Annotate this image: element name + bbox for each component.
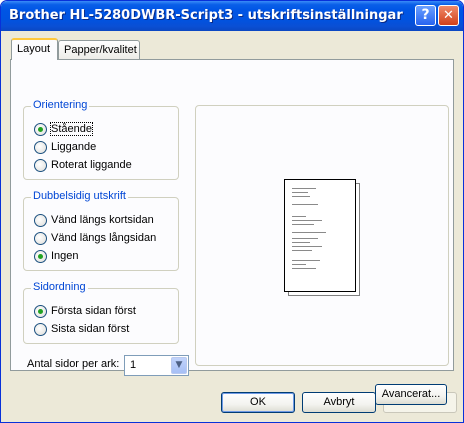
radio-selected-icon [34,305,47,318]
radio-icon [34,159,47,172]
radio-flip-short-edge[interactable]: Vänd längs kortsidan [34,214,154,228]
help-icon: ? [421,7,430,23]
text-line [292,196,310,197]
radio-icon [34,141,47,154]
radio-duplex-none[interactable]: Ingen [34,250,79,264]
layout-panel: Orientering Stående Liggande Roterat lig… [10,59,454,405]
radio-label: Ingen [51,250,79,262]
radio-selected-icon [34,250,47,263]
text-line [292,264,306,265]
radio-label: Första sidan först [51,305,136,317]
radio-label: Vänd längs kortsidan [51,214,154,226]
text-line [292,268,316,269]
tab-label: Papper/kvalitet [64,44,137,56]
text-line [292,220,322,221]
radio-front-to-back[interactable]: Första sidan först [34,305,136,319]
ok-button[interactable]: OK [221,392,295,413]
advanced-button[interactable]: Avancerat... [375,384,447,405]
radio-icon [34,232,47,245]
text-line [292,238,318,239]
radio-selected-icon [34,123,47,136]
layout-preview [195,105,449,366]
text-line [292,246,322,247]
window-title: Brother HL-5280DWBR-Script3 - utskriftsi… [9,8,403,23]
print-preferences-dialog: Brother HL-5280DWBR-Script3 - utskriftsi… [0,0,464,423]
radio-icon [34,323,47,336]
radio-label: Liggande [51,141,97,153]
orientation-group: Orientering Stående Liggande Roterat lig… [23,99,179,180]
group-legend: Dubbelsidig utskrift [31,190,128,202]
radio-rotated-landscape[interactable]: Roterat liggande [34,159,132,173]
text-line [292,192,308,193]
radio-label: Roterat liggande [51,159,132,171]
radio-label: Stående [50,122,93,136]
text-line [292,260,320,261]
radio-flip-long-edge[interactable]: Vänd längs långsidan [34,232,156,246]
title-bar[interactable]: Brother HL-5280DWBR-Script3 - utskriftsi… [1,1,463,31]
page-order-group: Sidordning Första sidan först Sista sida… [23,281,179,344]
text-line [292,216,306,217]
pages-per-sheet-label: Antal sidor per ark: [27,358,120,370]
close-icon: ✕ [443,8,454,23]
radio-landscape[interactable]: Liggande [34,141,96,155]
close-button[interactable]: ✕ [438,5,459,26]
radio-label: Vänd längs långsidan [51,232,157,244]
radio-back-to-front[interactable]: Sista sidan först [34,323,129,337]
text-line [292,232,326,233]
tab-layout[interactable]: Layout [11,38,58,60]
duplex-group: Dubbelsidig utskrift Vänd längs kortsida… [23,190,179,271]
chevron-down-icon[interactable]: ▼ [171,357,187,374]
dialog-client: Layout Papper/kvalitet Orientering Ståen… [4,31,460,420]
cancel-button[interactable]: Avbryt [302,392,376,413]
tab-label: Layout [17,43,51,55]
page-preview-icon [284,179,356,292]
group-legend: Sidordning [31,281,88,293]
text-line [292,204,318,205]
tab-paper-quality[interactable]: Papper/kvalitet [58,40,140,60]
text-line [292,242,310,243]
radio-portrait[interactable]: Stående [34,122,93,137]
text-line [292,224,314,225]
help-button[interactable]: ? [415,5,436,26]
group-legend: Orientering [31,99,90,111]
radio-label: Sista sidan först [51,323,130,335]
text-line [292,188,316,189]
pages-per-sheet-select[interactable]: 1 ▼ [124,355,189,376]
radio-icon [34,214,47,227]
select-value: 1 [130,359,137,371]
text-line [292,250,312,251]
